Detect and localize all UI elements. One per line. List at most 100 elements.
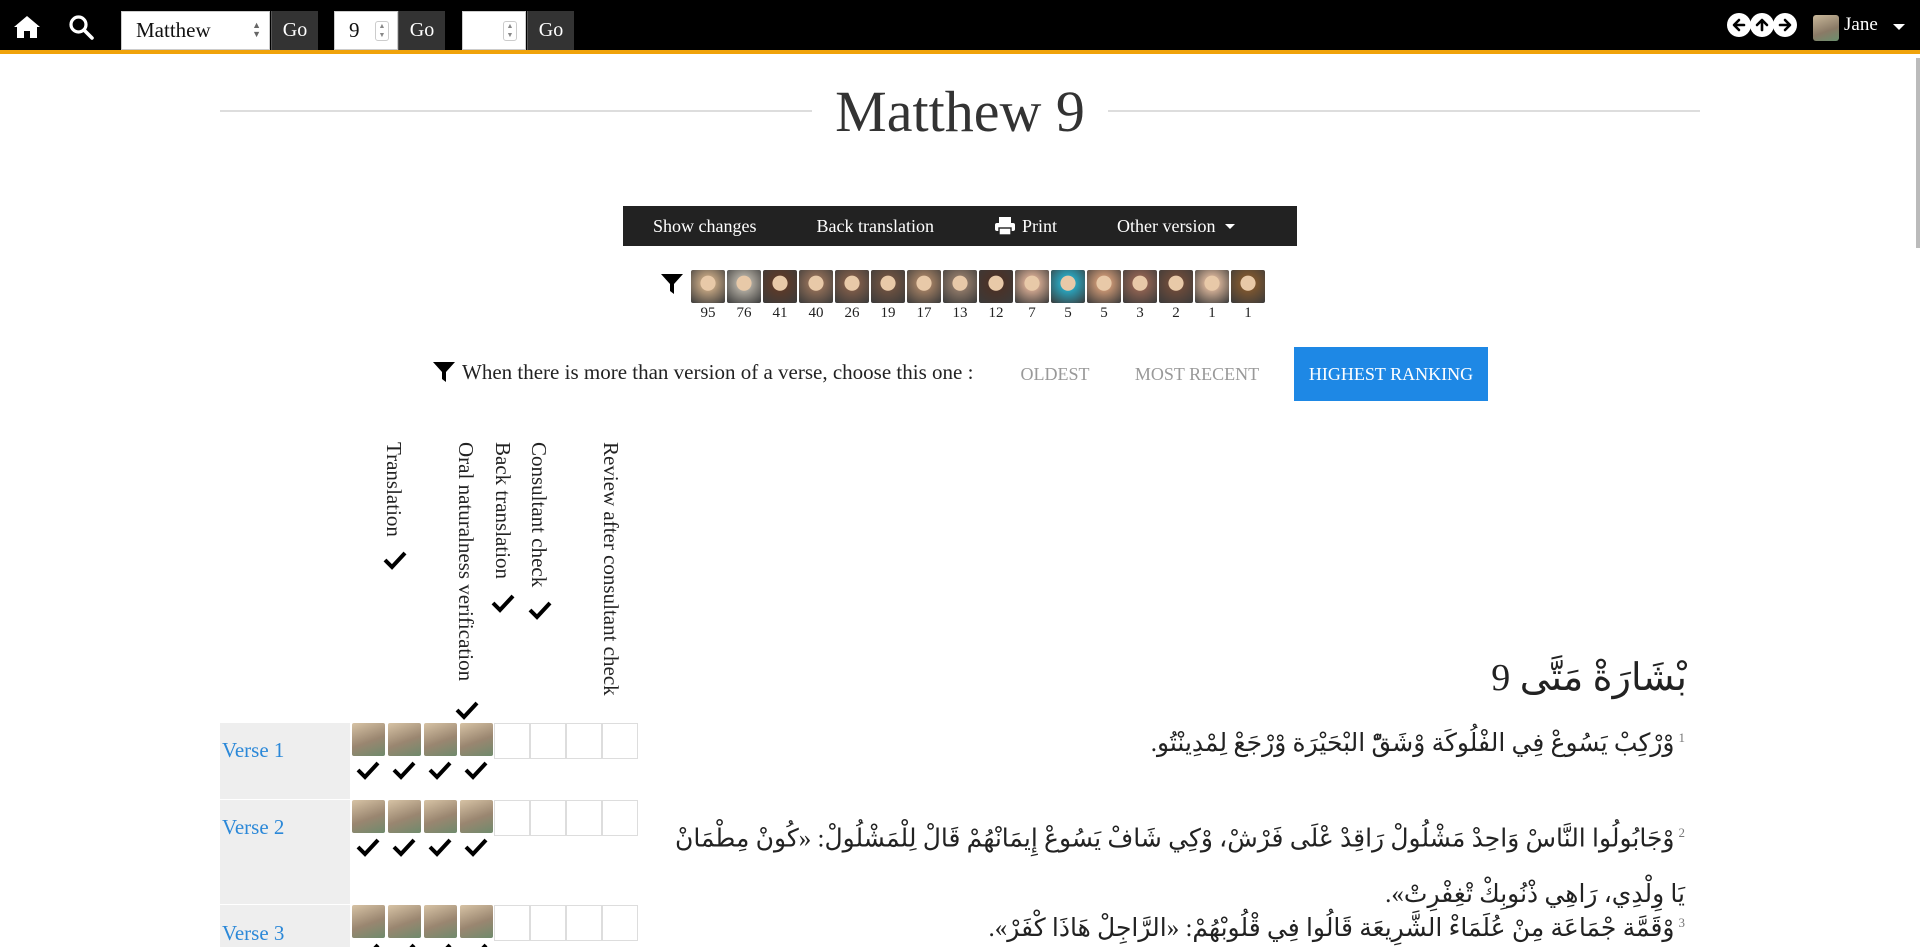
contributor-filter-item[interactable]: 7 xyxy=(1014,270,1050,322)
contributor-filter-item[interactable]: 76 xyxy=(726,270,762,322)
contributor-filter-item[interactable]: 12 xyxy=(978,270,1014,322)
user-name[interactable]: Jane xyxy=(1844,14,1878,36)
chapter-stepper-icon[interactable]: ▲ ▼ xyxy=(375,21,389,41)
stage-status-box[interactable] xyxy=(602,800,638,836)
page-scrollbar[interactable] xyxy=(1916,58,1920,248)
contributor-filter-item[interactable]: 3 xyxy=(1122,270,1158,322)
contributor-filter-item[interactable]: 2 xyxy=(1158,270,1194,322)
stage-status-box[interactable] xyxy=(530,723,566,759)
page-title: Matthew 9 xyxy=(835,79,1085,144)
print-button[interactable]: Print xyxy=(994,216,1057,237)
reviewer-avatar[interactable] xyxy=(352,800,385,833)
contributor-avatar[interactable] xyxy=(1087,270,1121,303)
contributor-avatar[interactable] xyxy=(871,270,905,303)
go-chapter-button[interactable]: Go xyxy=(398,11,445,50)
chapter-input-value: 9 xyxy=(349,18,360,42)
verse-number: 1 xyxy=(1678,729,1686,745)
contributor-filter-item[interactable]: 1 xyxy=(1194,270,1230,322)
contributor-filter-item[interactable]: 1 xyxy=(1230,270,1266,322)
contributor-avatar[interactable] xyxy=(763,270,797,303)
next-arrow-icon[interactable] xyxy=(1773,13,1797,37)
contributor-avatar[interactable] xyxy=(979,270,1013,303)
option-oldest[interactable]: OLDEST xyxy=(1010,347,1100,401)
reviewer-avatar[interactable] xyxy=(352,905,385,938)
option-highest-ranking[interactable]: HIGHEST RANKING xyxy=(1294,347,1488,401)
verse-number: 2 xyxy=(1678,825,1686,840)
stage-status-box[interactable] xyxy=(566,905,602,941)
verse-number: 3 xyxy=(1678,914,1686,930)
contributor-filter-item[interactable]: 26 xyxy=(834,270,870,322)
contributor-filter-item[interactable]: 95 xyxy=(690,270,726,322)
contributor-avatar[interactable] xyxy=(1231,270,1265,303)
verse-link-2[interactable]: Verse 2 xyxy=(222,815,284,840)
search-icon[interactable] xyxy=(66,12,96,42)
verse-link-3[interactable]: Verse 3 xyxy=(222,921,284,946)
contributor-count: 76 xyxy=(736,305,752,321)
other-version-label: Other version xyxy=(1116,215,1216,236)
go-book-button[interactable]: Go xyxy=(271,11,318,50)
check-icon xyxy=(392,761,416,780)
show-changes-button[interactable]: Show changes xyxy=(653,216,756,237)
contributor-avatar[interactable] xyxy=(835,270,869,303)
contributor-count: 95 xyxy=(700,305,716,321)
stage-status-box[interactable] xyxy=(566,723,602,759)
check-icon xyxy=(528,601,552,620)
chapter-heading: بْشَارَةْ مَتَّى 9 xyxy=(1491,657,1687,699)
contributor-avatar[interactable] xyxy=(943,270,977,303)
filter-icon[interactable] xyxy=(660,272,684,296)
book-select[interactable]: Matthew ▲ ▼ xyxy=(121,11,270,50)
contributor-filter-item[interactable]: 17 xyxy=(906,270,942,322)
contributor-avatar[interactable] xyxy=(1015,270,1049,303)
stage-status-box[interactable] xyxy=(530,905,566,941)
reviewer-avatar[interactable] xyxy=(460,723,493,756)
stage-status-box[interactable] xyxy=(602,723,638,759)
select-arrows-icon: ▲ ▼ xyxy=(252,20,261,39)
go-verse-button[interactable]: Go xyxy=(527,11,574,50)
contributor-filter-item[interactable]: 19 xyxy=(870,270,906,322)
chapter-input[interactable]: 9 ▲ ▼ xyxy=(334,11,398,50)
verse-text: وْرْكِبْ يَسُوعْ فِي الفْلُوكَة وْشَقّْ … xyxy=(1150,730,1675,757)
stage-status-box[interactable] xyxy=(494,905,530,941)
contributor-avatar[interactable] xyxy=(907,270,941,303)
contributor-filter-item[interactable]: 40 xyxy=(798,270,834,322)
verse-input[interactable]: ▲ ▼ xyxy=(462,11,526,50)
verse-link-1[interactable]: Verse 1 xyxy=(222,738,284,763)
stage-status-box[interactable] xyxy=(602,905,638,941)
contributor-avatar[interactable] xyxy=(1159,270,1193,303)
contributor-filter-item[interactable]: 5 xyxy=(1050,270,1086,322)
user-menu-caret-icon[interactable] xyxy=(1893,24,1905,30)
contributor-avatar[interactable] xyxy=(691,270,725,303)
contributor-avatar[interactable] xyxy=(799,270,833,303)
reviewer-avatar[interactable] xyxy=(388,723,421,756)
option-most-recent[interactable]: MOST RECENT xyxy=(1122,347,1272,401)
contributor-count: 13 xyxy=(952,305,968,321)
reviewer-avatar[interactable] xyxy=(424,905,457,938)
back-translation-button[interactable]: Back translation xyxy=(816,216,933,237)
stage-status-box[interactable] xyxy=(494,800,530,836)
contributor-filter-item[interactable]: 5 xyxy=(1086,270,1122,322)
verse-stepper-icon[interactable]: ▲ ▼ xyxy=(503,21,517,41)
reviewer-avatar[interactable] xyxy=(388,800,421,833)
reviewer-avatar[interactable] xyxy=(460,800,493,833)
contributor-filter-item[interactable]: 41 xyxy=(762,270,798,322)
up-arrow-icon[interactable] xyxy=(1750,13,1774,37)
contributor-filter-item[interactable]: 13 xyxy=(942,270,978,322)
stage-status-box[interactable] xyxy=(494,723,530,759)
stage-status-box[interactable] xyxy=(530,800,566,836)
stage-status-box[interactable] xyxy=(566,800,602,836)
check-icon xyxy=(428,761,452,780)
user-avatar[interactable] xyxy=(1813,15,1839,41)
reviewer-avatar[interactable] xyxy=(424,723,457,756)
reviewer-avatar[interactable] xyxy=(460,905,493,938)
contributor-avatar[interactable] xyxy=(1123,270,1157,303)
previous-arrow-icon[interactable] xyxy=(1727,13,1751,37)
contributor-avatar[interactable] xyxy=(1195,270,1229,303)
check-icon xyxy=(428,838,452,857)
other-version-dropdown[interactable]: Other version xyxy=(1116,215,1236,237)
contributor-avatar[interactable] xyxy=(727,270,761,303)
reviewer-avatar[interactable] xyxy=(352,723,385,756)
contributor-avatar[interactable] xyxy=(1051,270,1085,303)
reviewer-avatar[interactable] xyxy=(388,905,421,938)
reviewer-avatar[interactable] xyxy=(424,800,457,833)
home-icon[interactable] xyxy=(12,12,42,42)
